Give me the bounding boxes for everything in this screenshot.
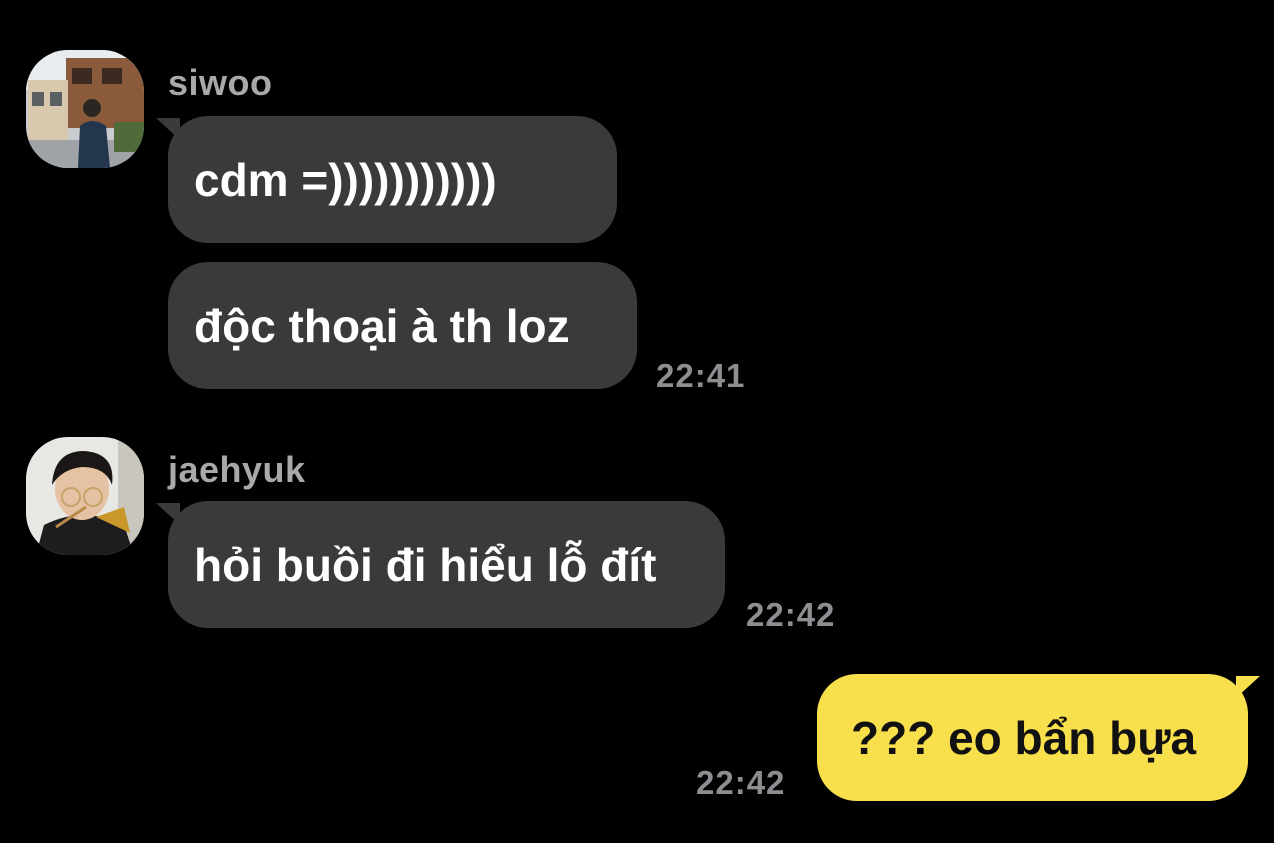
bubble-tail-outgoing: [1236, 676, 1260, 698]
avatar-photo-siwoo-icon: [26, 50, 144, 168]
message-text: hỏi buồi đi hiểu lỗ đít: [194, 538, 657, 591]
avatar-jaehyuk[interactable]: [26, 437, 144, 555]
message-timestamp: 22:42: [696, 764, 786, 801]
sender-name-siwoo: siwoo: [168, 62, 273, 103]
message-timestamp: 22:41: [656, 357, 746, 394]
avatar-photo-jaehyuk-icon: [26, 437, 144, 555]
message-timestamp: 22:42: [746, 596, 836, 633]
message-text: cdm =))))))))))): [194, 153, 497, 206]
message-text: độc thoại à th loz: [194, 299, 570, 352]
message-bubble[interactable]: hỏi buồi đi hiểu lỗ đít: [168, 501, 725, 628]
message-text: ??? eo bẩn bựa: [851, 711, 1197, 764]
avatar-siwoo[interactable]: [26, 50, 144, 168]
sender-name-jaehyuk: jaehyuk: [168, 449, 306, 490]
message-bubble[interactable]: độc thoại à th loz: [168, 262, 637, 389]
message-bubble-outgoing[interactable]: ??? eo bẩn bựa: [817, 674, 1248, 801]
message-bubble[interactable]: cdm =))))))))))): [168, 116, 617, 243]
